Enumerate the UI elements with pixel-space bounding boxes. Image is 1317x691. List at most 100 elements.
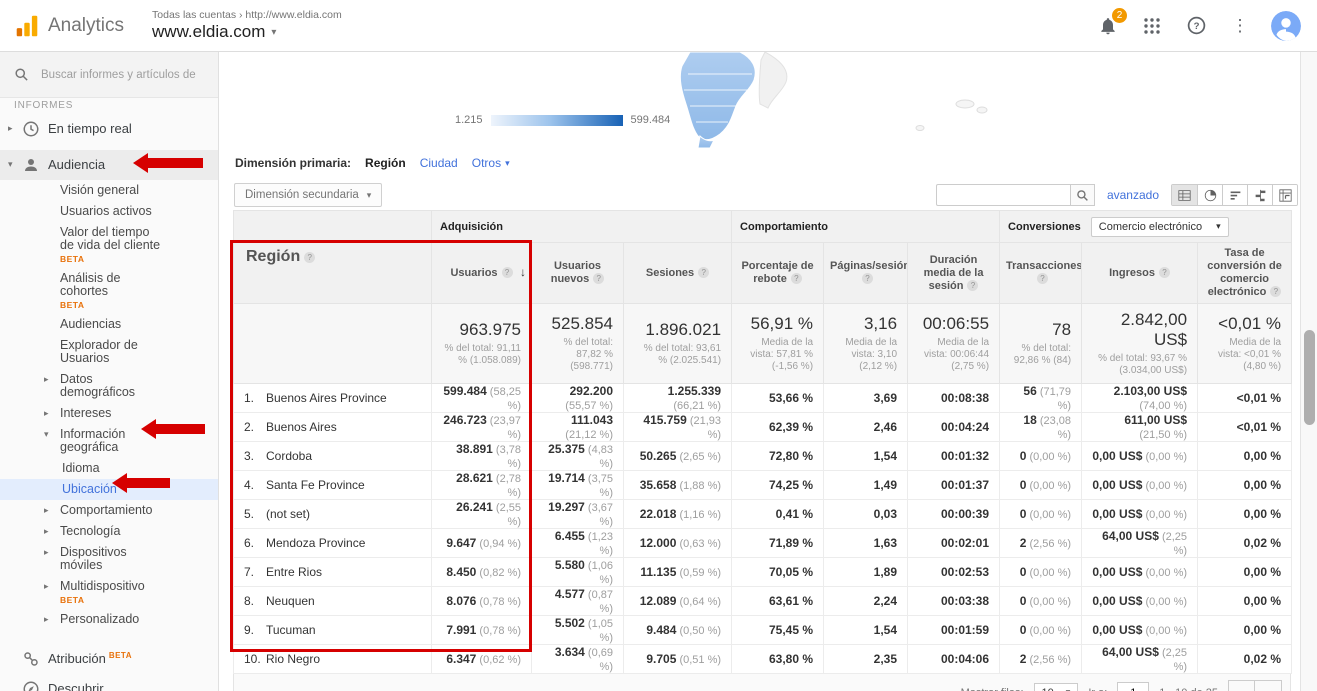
analytics-logo[interactable]: Analytics [0, 13, 134, 39]
region-cell[interactable]: 2.Buenos Aires [234, 413, 432, 442]
comparison-view-icon[interactable] [1247, 185, 1272, 205]
dimension-option-otros[interactable]: Otros ▾ [472, 156, 510, 170]
secondary-dimension-button[interactable]: Dimensión secundaria ▾ [234, 183, 382, 207]
table-search-input[interactable] [936, 184, 1071, 206]
column-header-region[interactable]: Región? [234, 211, 432, 304]
table-view-icon[interactable] [1172, 185, 1197, 205]
sidebar-item-informacion-geografica[interactable]: ▾Información geográfica [0, 424, 218, 458]
expand-icon[interactable]: ▸ [8, 120, 22, 137]
table-search-button[interactable] [1071, 184, 1095, 206]
breadcrumb[interactable]: Todas las cuentas › http://www.eldia.com [152, 9, 342, 21]
user-avatar[interactable] [1271, 11, 1301, 41]
sidebar-item-usuarios-activos[interactable]: Usuarios activos [0, 201, 218, 222]
region-cell[interactable]: 7.Entre Rios [234, 558, 432, 587]
more-options-icon[interactable]: ⋮ [1227, 13, 1253, 39]
collapse-icon[interactable]: ▾ [44, 428, 60, 441]
sidebar-item-intereses[interactable]: ▸Intereses [0, 403, 218, 424]
collapse-icon[interactable]: ▾ [8, 156, 22, 173]
sidebar-search[interactable]: Buscar informes y artículos de [0, 52, 218, 98]
sidebar-item-analisis-de-cohortes[interactable]: Análisis de cohortesBETA [0, 268, 218, 314]
performance-view-icon[interactable] [1222, 185, 1247, 205]
column-header-duracion-media-de-la-sesion[interactable]: Duración media de la sesión? [908, 243, 1000, 304]
region-cell[interactable]: 10.Rio Negro [234, 645, 432, 674]
sidebar-item-audiencia[interactable]: ▾Audiencia [0, 150, 218, 180]
region-cell[interactable]: 8.Neuquen [234, 587, 432, 616]
help-icon: ? [698, 267, 709, 278]
sidebar-item-tecnologia[interactable]: ▸Tecnología [0, 521, 218, 542]
region-name: Rio Negro [266, 652, 320, 666]
sidebar-item-ubicacion[interactable]: Ubicación [0, 479, 218, 500]
region-name: Santa Fe Province [266, 478, 365, 492]
metric-value: 50.265 [640, 449, 677, 463]
expand-icon[interactable]: ▸ [44, 580, 60, 593]
region-cell[interactable]: 5.(not set) [234, 500, 432, 529]
region-cell[interactable]: 3.Cordoba [234, 442, 432, 471]
sidebar-item-personalizado[interactable]: ▸Personalizado [0, 609, 218, 630]
geo-map-graphic [220, 52, 1300, 148]
metric-cell: 74,25 % [732, 471, 824, 500]
sidebar-item-multidispositivo[interactable]: ▸MultidispositivoBETA [0, 576, 218, 609]
expand-icon[interactable]: ▸ [44, 546, 60, 559]
column-label: Páginas/sesión [830, 260, 908, 272]
dimension-option-ciudad[interactable]: Ciudad [420, 156, 458, 170]
dimension-option-region[interactable]: Región [365, 156, 406, 170]
sidebar-item-idioma[interactable]: Idioma [0, 458, 218, 479]
column-header-usuarios[interactable]: Usuarios?↓ [432, 243, 532, 304]
expand-icon[interactable]: ▸ [44, 373, 60, 386]
region-cell[interactable]: 9.Tucuman [234, 616, 432, 645]
column-header-paginas-sesion[interactable]: Páginas/sesión? [824, 243, 908, 304]
metric-value: 9.647 [446, 536, 476, 550]
metric-cell: 0,00 % [1198, 500, 1292, 529]
expand-icon[interactable]: ▸ [44, 504, 60, 517]
region-cell[interactable]: 4.Santa Fe Province [234, 471, 432, 500]
sidebar-item-vision-general[interactable]: Visión general [0, 180, 218, 201]
sidebar-item-en-tiempo-real[interactable]: ▸En tiempo real [0, 114, 218, 144]
metric-cell: 0,00 % [1198, 471, 1292, 500]
column-header-usuarios-nuevos[interactable]: Usuarios nuevos? [532, 243, 624, 304]
sidebar-item-dispositivos-moviles[interactable]: ▸Dispositivos móviles [0, 542, 218, 576]
expand-icon[interactable]: ▸ [44, 525, 60, 538]
rows-per-page-select[interactable]: 10 ▾ [1034, 683, 1079, 691]
sidebar-item-datos-demograficos[interactable]: ▸Datos demográficos [0, 369, 218, 403]
region-name: Cordoba [266, 449, 312, 463]
metric-cell: 9.484 (0,50 %) [624, 616, 732, 645]
column-header-porcentaje-de-rebote[interactable]: Porcentaje de rebote? [732, 243, 824, 304]
goto-page-input[interactable] [1117, 682, 1149, 691]
sidebar-item-comportamiento[interactable]: ▸Comportamiento [0, 500, 218, 521]
metric-cell: 0,00 % [1198, 616, 1292, 645]
help-icon[interactable]: ? [1183, 13, 1209, 39]
metric-cell: 72,80 % [732, 442, 824, 471]
sidebar-item-explorador-de-usuarios[interactable]: Explorador de Usuarios [0, 335, 218, 369]
scrollbar-thumb[interactable] [1304, 330, 1315, 425]
pagination-range: 1 - 10 de 25 [1159, 687, 1218, 691]
region-cell[interactable]: 6.Mendoza Province [234, 529, 432, 558]
expand-icon[interactable]: ▸ [44, 613, 60, 626]
sidebar-item-descubrir[interactable]: Descubrir [0, 674, 218, 691]
expand-icon[interactable]: ▸ [44, 407, 60, 420]
sidebar-item-atribucion[interactable]: AtribuciónBETA [0, 644, 218, 674]
notifications-bell-icon[interactable]: 2 [1095, 13, 1121, 39]
metric-value: 4.577 [555, 587, 585, 601]
sidebar-item-audiencias[interactable]: Audiencias [0, 314, 218, 335]
vertical-scrollbar[interactable] [1300, 52, 1317, 691]
percentage-view-icon[interactable] [1197, 185, 1222, 205]
metric-cell: 5.580 (1,06 %) [532, 558, 624, 587]
summary-value: 525.854 [542, 314, 613, 334]
next-page-button[interactable]: › [1255, 680, 1282, 691]
pivot-view-icon[interactable] [1272, 185, 1297, 205]
advanced-search-link[interactable]: avanzado [1107, 188, 1159, 202]
summary-region-cell [234, 304, 432, 384]
region-cell[interactable]: 1.Buenos Aires Province [234, 384, 432, 413]
previous-page-button[interactable]: ‹ [1228, 680, 1255, 691]
region-name: Tucuman [266, 623, 316, 637]
account-selector[interactable]: www.eldia.com ▾ [152, 22, 342, 42]
column-header-transacciones[interactable]: Transacciones? [1000, 243, 1082, 304]
column-header-sesiones[interactable]: Sesiones? [624, 243, 732, 304]
column-header-tasa-de-conversion-de-comercio-electronico[interactable]: Tasa de conversión de comercio electróni… [1198, 243, 1292, 304]
summary-value: 2.842,00 US$ [1092, 310, 1187, 350]
sidebar-item-valor-del-tiempo-de-vida-del-cliente[interactable]: Valor del tiempo de vida del clienteBETA [0, 222, 218, 268]
apps-grid-icon[interactable] [1139, 13, 1165, 39]
column-header-ingresos[interactable]: Ingresos? [1082, 243, 1198, 304]
ecommerce-selector[interactable]: Comercio electrónico▾ [1091, 217, 1229, 237]
table-pagination: Mostrar filas: 10 ▾ Ir a: 1 - 10 de 25 ‹… [233, 674, 1291, 691]
